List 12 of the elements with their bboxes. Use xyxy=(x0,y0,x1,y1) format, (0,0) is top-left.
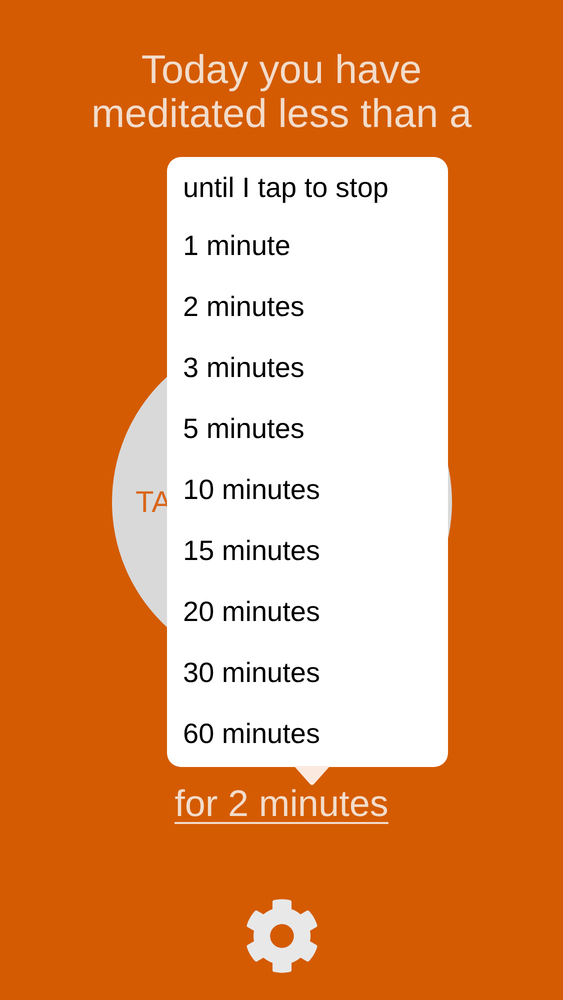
summary-text: Today you have meditated less than a xyxy=(90,48,473,136)
duration-option[interactable]: 2 minutes xyxy=(167,276,448,337)
duration-option[interactable]: 15 minutes xyxy=(167,520,448,581)
popover-arrow xyxy=(294,766,330,786)
duration-option[interactable]: 10 minutes xyxy=(167,459,448,520)
duration-option[interactable]: 30 minutes xyxy=(167,642,448,703)
duration-option[interactable]: 60 minutes xyxy=(167,703,448,764)
duration-option[interactable]: 3 minutes xyxy=(167,337,448,398)
duration-option[interactable]: 1 minute xyxy=(167,215,448,276)
duration-option[interactable]: until I tap to stop xyxy=(167,161,448,215)
duration-option[interactable]: 20 minutes xyxy=(167,581,448,642)
duration-option[interactable]: 5 minutes xyxy=(167,398,448,459)
